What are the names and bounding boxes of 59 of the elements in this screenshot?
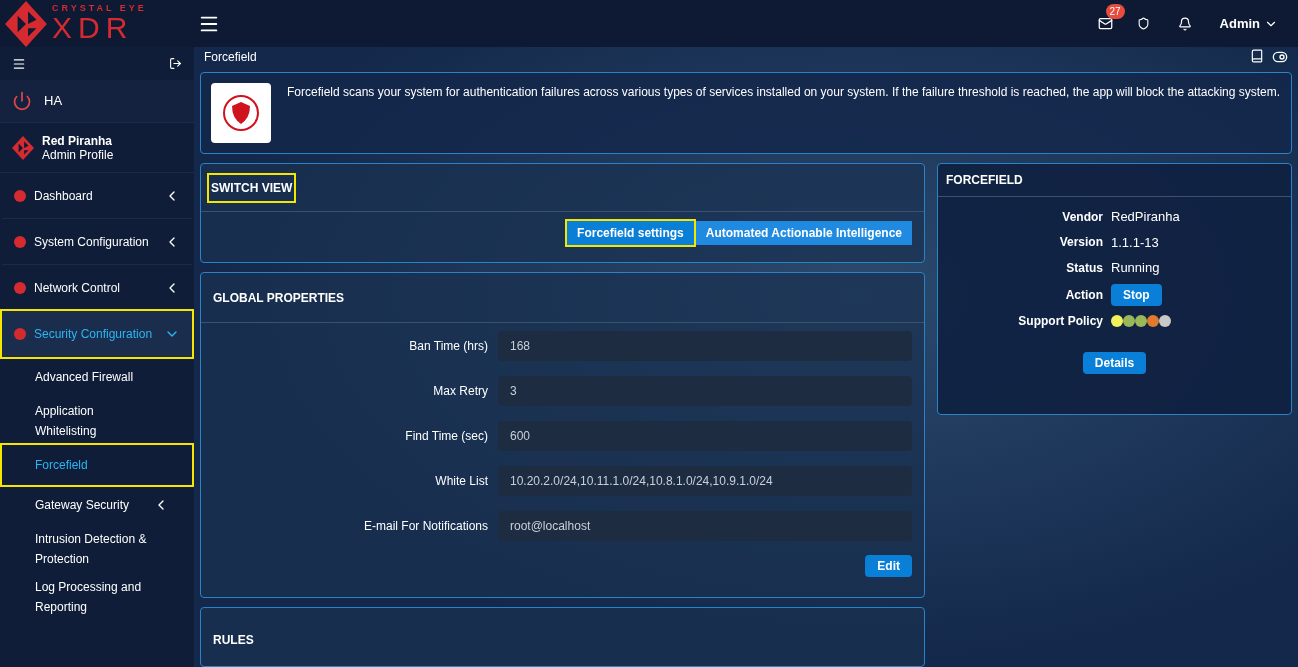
notification-badge: 27 <box>1105 4 1125 19</box>
view-tab[interactable]: Forcefield settings <box>567 221 694 245</box>
panel-title: GLOBAL PROPERTIES <box>213 289 345 307</box>
page-title: Forcefield <box>204 49 257 66</box>
submenu-item[interactable]: Advanced Firewall <box>2 357 192 397</box>
profile-role: Admin Profile <box>42 147 114 162</box>
input-field[interactable]: 3 <box>498 376 912 406</box>
item-icon <box>14 327 26 340</box>
edit-button[interactable]: Edit <box>865 555 912 577</box>
panel-title: SWITCH VIEW <box>209 174 295 201</box>
info-value: Running <box>1111 259 1160 277</box>
shield-icon[interactable] <box>1136 17 1150 30</box>
submenu-item[interactable]: Forcefield <box>2 445 192 485</box>
submenu-item[interactable]: Application Whitelisting <box>2 397 192 445</box>
stop-button[interactable]: Stop <box>1111 283 1162 306</box>
book-icon[interactable] <box>1250 49 1264 63</box>
menu-icon[interactable] <box>12 56 26 71</box>
input-field[interactable]: 600 <box>498 421 912 451</box>
logo-title: XDR <box>52 13 135 43</box>
power-icon[interactable] <box>12 91 32 111</box>
item-icon <box>14 235 26 248</box>
input-field[interactable]: root@localhost <box>498 511 912 541</box>
field-label: Max Retry <box>432 383 489 400</box>
info-label: Action <box>1064 286 1104 304</box>
info-label: Support Policy <box>1017 312 1104 330</box>
field-label: White List <box>434 473 489 490</box>
info-label: Version <box>1058 234 1104 252</box>
item-icon <box>14 281 26 294</box>
info-value: 1.1.1-13 <box>1111 233 1159 252</box>
user-menu[interactable]: Admin <box>1219 13 1278 34</box>
view-tab[interactable]: Automated Actionable Intelligence <box>695 221 912 245</box>
submenu-item[interactable]: Intrusion Detection & Protection <box>2 525 192 573</box>
item-icon <box>14 189 26 202</box>
panel-title: RULES <box>213 633 254 647</box>
submenu-item[interactable]: Log Processing and Reporting <box>2 573 192 621</box>
profile-name: Red Piranha <box>42 133 114 148</box>
sidebar-item[interactable]: System Configuration <box>2 219 192 265</box>
info-label: Vendor <box>1061 208 1104 226</box>
profile-logo-icon <box>12 133 34 162</box>
logout-icon[interactable] <box>169 57 182 70</box>
sidebar-item[interactable]: Dashboard <box>2 173 192 219</box>
input-field[interactable]: 168 <box>498 331 912 361</box>
toggle-icon[interactable] <box>1272 49 1288 65</box>
bell-icon[interactable] <box>1177 16 1192 31</box>
info-label: Status <box>1065 259 1104 277</box>
logo-subtitle: CRYSTAL EYE <box>52 4 147 13</box>
app-icon <box>211 83 271 143</box>
sidebar-item[interactable]: Security Configuration <box>2 311 192 357</box>
mail-icon[interactable] <box>1097 16 1113 31</box>
details-button[interactable]: Details <box>1082 351 1147 374</box>
description-text: Forcefield scans your system for authentication failures across various types of services installed on your system. If the failure threshold is reached, the app will block the attacking system. <box>287 84 1281 101</box>
submenu-item[interactable]: Gateway Security <box>2 485 192 525</box>
field-label: E-mail For Notifications <box>362 518 489 535</box>
input-field[interactable]: 10.20.2.0/24,10.11.1.0/24,10.8.1.0/24,10.9.1.0/24 <box>498 466 912 496</box>
field-label: Ban Time (hrs) <box>408 338 489 355</box>
card-title: FORCEFIELD <box>946 172 1023 189</box>
field-label: Find Time (sec) <box>404 428 489 445</box>
ha-label[interactable]: HA <box>44 91 63 111</box>
info-value: RedPiranha <box>1111 208 1180 226</box>
